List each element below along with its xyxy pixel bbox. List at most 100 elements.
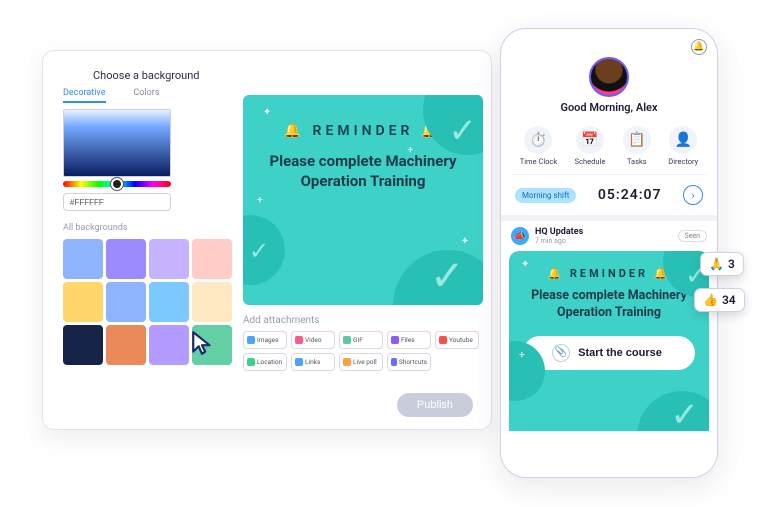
background-thumbnails xyxy=(63,239,235,365)
time-clock-icon: ⏱️ xyxy=(524,126,552,154)
attachment-live-poll-button[interactable]: Live poll xyxy=(339,353,383,371)
shift-row: Morning shift 05:24:07 › xyxy=(511,175,707,215)
background-thumbnail[interactable] xyxy=(63,282,103,322)
greeting-text: Good Morning, Alex xyxy=(511,101,707,114)
feed-reminder-word: REMINDER xyxy=(570,267,648,280)
bell-icon: 🔔 xyxy=(284,123,305,139)
check-icon: ✓ xyxy=(249,237,269,265)
quick-time-clock[interactable]: ⏱️ Time Clock xyxy=(520,126,557,166)
quick-directory[interactable]: 👤 Directory xyxy=(668,126,698,166)
seen-badge: Seen xyxy=(678,230,707,242)
gradient-swatch[interactable] xyxy=(63,109,171,177)
feed-source-name: HQ Updates xyxy=(535,227,583,237)
color-picker xyxy=(63,109,171,211)
background-editor-panel: Choose a background Decorative Colors Al… xyxy=(42,50,492,430)
background-thumbnail[interactable] xyxy=(149,239,189,279)
background-thumbnail[interactable] xyxy=(63,325,103,365)
hue-slider[interactable] xyxy=(63,181,171,187)
schedule-icon: 📅 xyxy=(576,126,604,154)
hue-slider-handle[interactable] xyxy=(111,178,123,190)
attachment-gif-button[interactable]: GIF xyxy=(339,331,383,349)
thumbs-up-icon: 👍 xyxy=(703,293,718,307)
pray-icon: 🙏 xyxy=(709,257,724,271)
tasks-icon: 📋 xyxy=(623,126,651,154)
live-poll-icon xyxy=(343,358,351,366)
attachment-label: Links xyxy=(305,358,320,366)
quick-tasks[interactable]: 📋 Tasks xyxy=(623,126,651,166)
attachment-youtube-button[interactable]: Youtube xyxy=(435,331,479,349)
files-icon xyxy=(391,336,399,344)
feed-source-icon: 📣 xyxy=(511,227,529,245)
quick-label: Time Clock xyxy=(520,157,557,166)
add-attachments-label: Add attachments xyxy=(243,315,319,326)
check-icon: ✓ xyxy=(671,395,700,431)
background-thumbnail[interactable] xyxy=(192,282,232,322)
attachment-label: GIF xyxy=(353,336,363,344)
preview-reminder-line: 🔔 REMINDER 🔔 xyxy=(284,123,443,139)
shift-go-button[interactable]: › xyxy=(683,185,703,205)
attachment-video-button[interactable]: Video xyxy=(291,331,335,349)
attachment-label: Youtube xyxy=(449,336,473,344)
background-thumbnail[interactable] xyxy=(149,282,189,322)
tab-decorative[interactable]: Decorative xyxy=(63,88,106,103)
shift-badge: Morning shift xyxy=(515,188,576,203)
tab-colors[interactable]: Colors xyxy=(134,88,160,103)
attachment-buttons: Images Video GIF Files Youtube Location Links L… xyxy=(243,331,479,371)
bell-icon: 🔔 xyxy=(547,267,564,280)
attachment-label: Images xyxy=(257,336,278,344)
avatar[interactable] xyxy=(589,57,629,97)
attachment-files-button[interactable]: Files xyxy=(387,331,431,349)
choose-background-title: Choose a background xyxy=(93,69,471,82)
attachment-shortcuts-button[interactable]: Shortcuts xyxy=(387,353,431,371)
background-thumbnail[interactable] xyxy=(106,239,146,279)
feed-body-text: Please complete Machinery Operation Trai… xyxy=(523,288,695,322)
attachment-label: Location xyxy=(257,358,282,366)
reaction-pray-count: 3 xyxy=(728,257,735,271)
attachment-label: Files xyxy=(401,336,415,344)
attachment-label: Shortcuts xyxy=(399,358,427,366)
gif-icon xyxy=(343,336,351,344)
check-icon: ✓ xyxy=(430,251,465,301)
quick-actions: ⏱️ Time Clock 📅 Schedule 📋 Tasks 👤 Directory xyxy=(511,122,707,175)
background-thumbnail[interactable] xyxy=(106,325,146,365)
notification-bell-icon[interactable]: 🔔 xyxy=(691,39,707,55)
quick-schedule[interactable]: 📅 Schedule xyxy=(575,126,606,166)
shift-time: 05:24:07 xyxy=(584,187,675,203)
phone-preview: 🔔 Good Morning, Alex ⏱️ Time Clock 📅 Schedu… xyxy=(500,28,718,478)
background-thumbnail[interactable] xyxy=(63,239,103,279)
feed-card[interactable]: ✓ ✓ ✦ + 🔔 REMINDER 🔔 Please complete Mac… xyxy=(509,251,709,431)
start-course-label: Start the course xyxy=(578,347,662,359)
publish-button[interactable]: Publish xyxy=(397,393,473,417)
youtube-icon xyxy=(439,336,447,344)
check-icon: ✓ xyxy=(449,111,478,151)
hex-input[interactable] xyxy=(63,193,171,211)
video-icon xyxy=(295,336,303,344)
quick-label: Directory xyxy=(668,157,698,166)
attachment-label: Live poll xyxy=(353,358,377,366)
attachment-icon: 📎 xyxy=(552,344,570,362)
attachment-links-button[interactable]: Links xyxy=(291,353,335,371)
attachment-images-button[interactable]: Images xyxy=(243,331,287,349)
announcement-preview: ✓ ✓ ✓ ✦ + ✦ + 🔔 REMINDER 🔔 Please comple… xyxy=(243,95,483,305)
reaction-thumbs-count: 34 xyxy=(722,293,736,307)
shortcuts-icon xyxy=(391,358,397,366)
attachment-location-button[interactable]: Location xyxy=(243,353,287,371)
feed-header: 📣 HQ Updates 7 min ago Seen xyxy=(511,221,707,249)
start-course-button[interactable]: 📎 Start the course xyxy=(523,336,695,370)
background-thumbnail[interactable] xyxy=(149,325,189,365)
images-icon xyxy=(247,336,255,344)
preview-body-text: Please complete Machinery Operation Trai… xyxy=(261,151,465,192)
attachment-label: Video xyxy=(305,336,322,344)
preview-reminder-word: REMINDER xyxy=(313,123,414,139)
feed-timestamp: 7 min ago xyxy=(535,237,583,245)
background-thumbnail[interactable] xyxy=(192,239,232,279)
quick-label: Schedule xyxy=(575,157,606,166)
reaction-thumbs[interactable]: 👍 34 xyxy=(694,288,745,312)
background-thumbnail[interactable] xyxy=(106,282,146,322)
links-icon xyxy=(295,358,303,366)
background-thumbnail[interactable] xyxy=(192,325,232,365)
reaction-pray[interactable]: 🙏 3 xyxy=(700,252,744,276)
quick-label: Tasks xyxy=(627,157,647,166)
directory-icon: 👤 xyxy=(669,126,697,154)
location-icon xyxy=(247,358,255,366)
